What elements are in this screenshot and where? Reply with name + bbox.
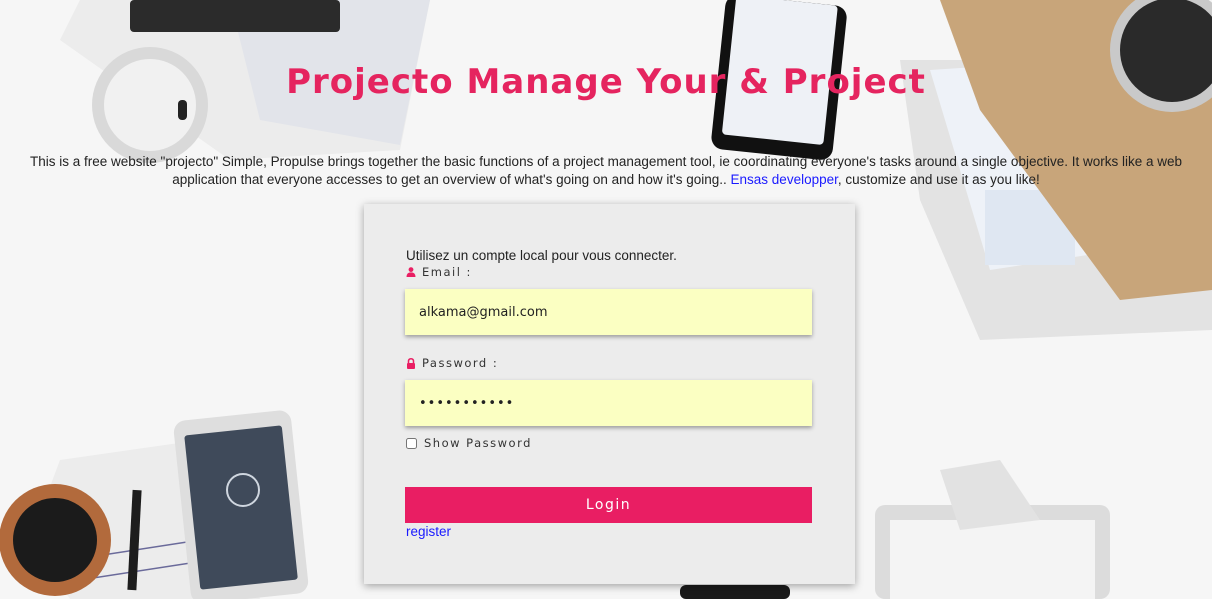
password-label-text: Password : bbox=[422, 356, 499, 370]
user-icon bbox=[406, 267, 416, 277]
password-input[interactable] bbox=[405, 380, 812, 426]
email-input[interactable] bbox=[405, 289, 812, 335]
page-title: Projecto Manage Your & Project bbox=[286, 62, 926, 102]
login-card: Utilisez un compte local pour vous conne… bbox=[364, 204, 855, 584]
password-label: Password : bbox=[406, 356, 498, 370]
phone-bottom-icon bbox=[173, 410, 309, 599]
email-label-text: Email : bbox=[422, 265, 472, 279]
register-link[interactable]: register bbox=[406, 524, 451, 539]
keyboard-icon bbox=[130, 0, 340, 32]
show-password-toggle[interactable]: Show Password bbox=[406, 436, 532, 450]
lock-icon bbox=[407, 357, 415, 369]
developer-link[interactable]: Ensas developper bbox=[731, 172, 838, 187]
login-button[interactable]: Login bbox=[405, 487, 812, 523]
show-password-label: Show Password bbox=[424, 436, 532, 450]
coffee-bottom-icon bbox=[0, 484, 111, 596]
login-heading: Utilisez un compte local pour vous conne… bbox=[406, 248, 677, 263]
intro-text: This is a free website "projecto" Simple… bbox=[20, 153, 1192, 189]
object-icon bbox=[680, 585, 790, 599]
email-label: Email : bbox=[406, 265, 472, 279]
intro-text-after: , customize and use it as you like! bbox=[837, 172, 1040, 187]
show-password-checkbox[interactable] bbox=[406, 437, 417, 449]
